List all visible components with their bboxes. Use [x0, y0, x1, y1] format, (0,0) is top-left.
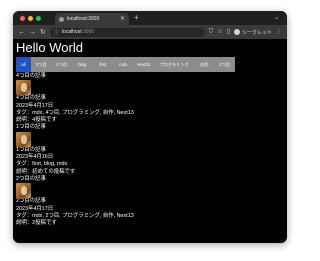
address-bar[interactable]: ⓘ localhost:3000 [49, 27, 205, 37]
tag-next13[interactable]: Next13 [134, 57, 155, 72]
post-date: 2023年4月17日 [16, 205, 54, 212]
globe-icon [59, 16, 64, 22]
page-content: Hello World all 3つ目 4つ目 blog first mdx N… [13, 40, 287, 227]
post-item[interactable]: 1つ目の記事 1つ目の記事 2023年4月16日 タグ：first, blog,… [16, 124, 287, 175]
post-title: 4つ目の記事 [16, 95, 46, 102]
tag-4tsume[interactable]: 4つ目 [52, 57, 73, 72]
tab-bar: localhost:3000 ✕ + ⌄ [13, 11, 287, 25]
post-item[interactable]: 4つ目の記事 4つ目の記事 2023年4月17日 タグ：mdx, 4つ目, プロ… [16, 73, 287, 124]
url-host: localhost [61, 29, 82, 35]
tag-2tsume[interactable]: 2つ目 [215, 57, 236, 72]
browser-tab[interactable]: localhost:3000 ✕ [55, 13, 129, 25]
profile-label: シークレット [241, 29, 272, 36]
post-description: 説明：初めての投稿です [16, 168, 76, 175]
tag-3tsume[interactable]: 3つ目 [31, 57, 52, 72]
tag-programming[interactable]: プログラミング [154, 57, 194, 72]
browser-toolbar: ← → ↻ ⓘ localhost:3000 ⛉ ☆ ▯ シークレット ⋮ [13, 25, 287, 39]
tab-title: localhost:3000 [67, 16, 100, 22]
tag-nav: all 3つ目 4つ目 blog first mdx Next13 プログラミン… [16, 57, 235, 72]
post-tags: タグ：first, blog, mdx [16, 161, 68, 168]
post-date: 2023年4月17日 [16, 102, 54, 109]
incognito-icon[interactable]: ⛉ [209, 29, 214, 35]
tag-jisaku[interactable]: 自作 [194, 57, 215, 72]
maximize-window-button[interactable] [36, 15, 41, 21]
new-tab-button[interactable]: + [134, 13, 139, 23]
close-window-button[interactable] [20, 15, 25, 21]
tag-all[interactable]: all [16, 57, 31, 72]
post-title: 2つ目の記事 [16, 198, 46, 205]
post-header[interactable]: 4つ目の記事 [16, 73, 287, 80]
reload-icon[interactable]: ↻ [40, 29, 46, 36]
avatar [233, 29, 240, 35]
minimize-window-button[interactable] [28, 15, 33, 21]
post-description: 説明：2投稿です [16, 220, 57, 227]
more-menu-icon[interactable]: ⋮ [276, 29, 282, 35]
post-header[interactable]: 2つ目の記事 [16, 176, 287, 183]
tag-blog[interactable]: blog [72, 57, 93, 72]
close-icon[interactable]: ✕ [120, 16, 125, 22]
post-title: 1つ目の記事 [16, 146, 46, 153]
browser-window: localhost:3000 ✕ + ⌄ ← → ↻ ⓘ localhost:3… [13, 11, 287, 243]
tag-mdx[interactable]: mdx [113, 57, 134, 72]
chevron-down-icon[interactable]: ⌄ [274, 13, 279, 23]
page-title: Hello World [16, 40, 83, 55]
forward-arrow-icon[interactable]: → [29, 29, 36, 36]
post-thumbnail[interactable] [16, 80, 31, 96]
sidebar-icon[interactable]: ▯ [227, 29, 230, 35]
info-icon[interactable]: ⓘ [54, 29, 59, 36]
post-description: 説明：4投稿です [16, 117, 57, 124]
post-thumbnail[interactable] [16, 131, 31, 147]
profile-button[interactable]: シークレット [233, 29, 272, 36]
post-thumbnail[interactable] [16, 183, 31, 199]
post-item[interactable]: 2つ目の記事 2つ目の記事 2023年4月17日 タグ：mdx, 2つ目, プロ… [16, 176, 287, 227]
back-arrow-icon[interactable]: ← [18, 29, 25, 36]
tag-first[interactable]: first [93, 57, 114, 72]
window-controls [20, 15, 41, 21]
star-icon[interactable]: ☆ [217, 29, 222, 35]
post-header[interactable]: 1つ目の記事 [16, 124, 287, 131]
url-port: :3000 [81, 29, 95, 35]
